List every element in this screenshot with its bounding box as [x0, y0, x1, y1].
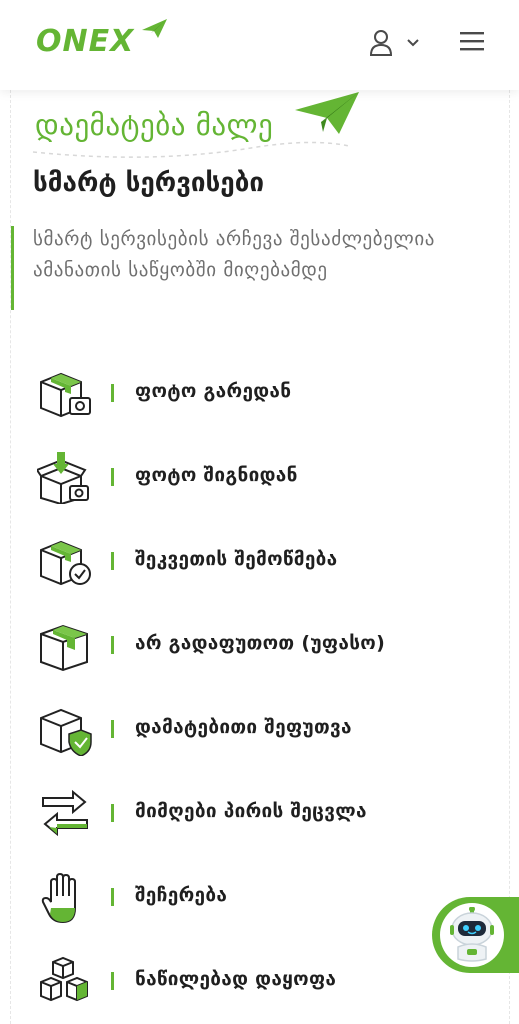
chatbot-avatar — [440, 903, 504, 967]
service-label: დამატებითი შეფუთვა — [135, 716, 352, 738]
service-label: ფოტო შიგნიდან — [135, 464, 298, 486]
service-divider — [111, 384, 114, 402]
service-divider — [111, 468, 114, 486]
service-divider — [111, 888, 114, 906]
service-photo-inside[interactable]: ფოტო შიგნიდან — [11, 446, 509, 510]
user-icon — [369, 30, 419, 56]
section-description: სმარტ სერვისების არჩევა შესაძლებელია ამა… — [33, 228, 435, 281]
onex-logo[interactable]: ONEX — [36, 18, 168, 62]
service-label: არ გადაფუთოთ (უფასო) — [135, 632, 386, 654]
menu-button[interactable] — [456, 28, 488, 56]
box-no-repack-icon — [40, 624, 88, 672]
service-split-parts[interactable]: ნაწილებად დაყოფა — [11, 950, 509, 1014]
stop-hand-icon — [41, 872, 76, 924]
coming-soon-label: დაემატება მალე — [35, 108, 274, 142]
box-shield-icon — [40, 708, 92, 756]
swap-arrows-icon — [42, 789, 88, 837]
hamburger-menu-icon — [460, 32, 484, 51]
box-photo-outside-icon — [40, 372, 91, 418]
service-photo-outside[interactable]: ფოტო გარედან — [11, 362, 509, 426]
service-extra-packaging[interactable]: დამატებითი შეფუთვა — [11, 698, 509, 762]
service-label: მიმღები პირის შეცვლა — [135, 800, 367, 822]
chatbot-robot-icon — [450, 907, 494, 962]
logo-text: ONEX — [36, 24, 135, 59]
service-change-recipient[interactable]: მიმღები პირის შეცვლა — [11, 782, 509, 846]
account-button[interactable] — [366, 28, 426, 60]
smart-services-section: დაემატება მალე სმარტ სერვისები სმარტ სერ… — [10, 90, 510, 1024]
header: ONEX — [0, 0, 519, 90]
service-divider — [111, 720, 114, 738]
service-no-repack[interactable]: არ გადაფუთოთ (უფასო) — [11, 614, 509, 678]
split-boxes-icon — [40, 956, 88, 1002]
service-divider — [111, 804, 114, 822]
service-divider — [111, 552, 114, 570]
chatbot-button[interactable] — [432, 897, 519, 973]
service-label: შეკვეთის შემოწმება — [135, 548, 338, 570]
paper-plane-icon — [142, 19, 167, 38]
service-order-check[interactable]: შეკვეთის შემოწმება — [11, 530, 509, 594]
service-divider — [111, 972, 114, 990]
box-photo-inside-icon — [37, 452, 89, 504]
service-divider — [111, 636, 114, 654]
service-label: შეჩერება — [135, 884, 228, 906]
service-label: ნაწილებად დაყოფა — [135, 968, 337, 990]
paper-plane-icon — [295, 92, 359, 134]
section-title: სმარტ სერვისები — [33, 168, 265, 198]
description-accent-bar — [11, 226, 14, 310]
box-check-icon — [40, 540, 91, 586]
service-label: ფოტო გარედან — [135, 380, 292, 402]
